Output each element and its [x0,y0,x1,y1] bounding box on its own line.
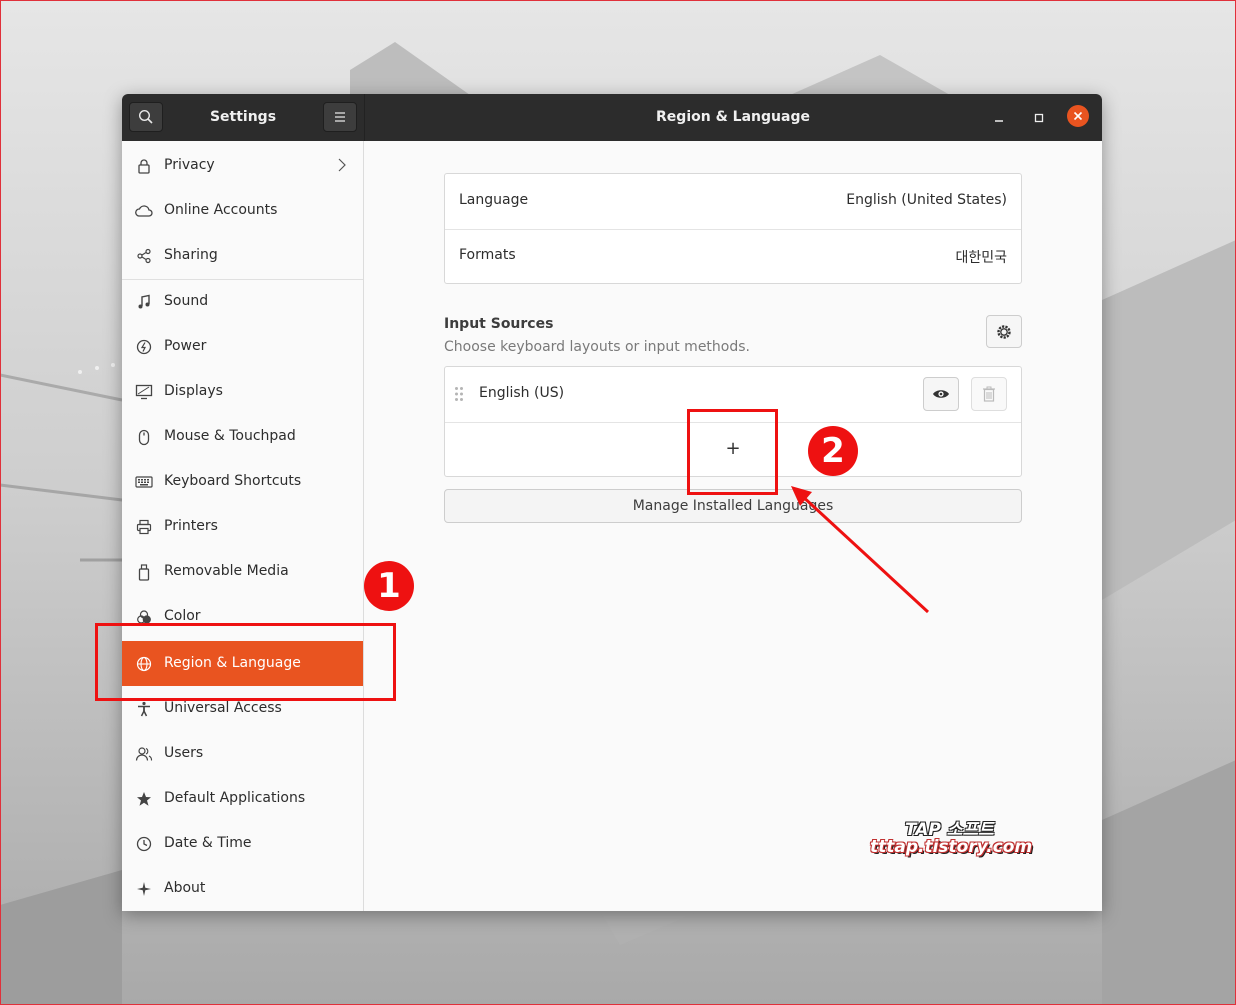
arrow-annotation [791,486,930,614]
step-badge-1: 1 [364,561,414,611]
step-badge-2: 2 [808,426,858,476]
watermark-url: tttap.tistory.com [870,837,1033,857]
